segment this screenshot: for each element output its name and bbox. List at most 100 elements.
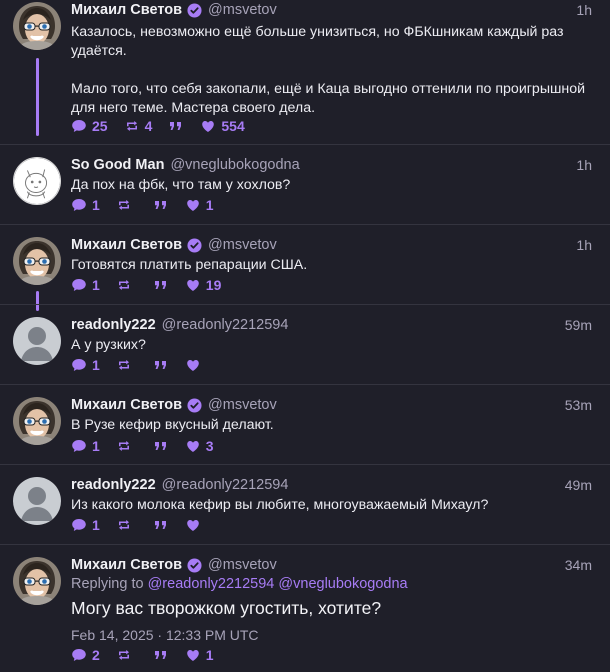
- reply-count: 25: [92, 118, 108, 134]
- like-button[interactable]: [185, 357, 206, 373]
- thread-line: [36, 291, 39, 311]
- author-handle[interactable]: @msvetov: [208, 237, 277, 253]
- tweet-time[interactable]: 1h: [576, 157, 592, 173]
- quote-button[interactable]: [153, 357, 169, 373]
- quote-button[interactable]: [153, 438, 169, 454]
- like-button[interactable]: 1: [185, 647, 214, 663]
- author-handle[interactable]: @vneglubokogodna: [170, 157, 299, 173]
- repost-button[interactable]: [116, 277, 137, 293]
- like-count: 3: [205, 438, 214, 454]
- tweet-date[interactable]: Feb 14, 2025 · 12:33 PM UTC: [71, 627, 259, 643]
- avatar[interactable]: [13, 557, 61, 605]
- verified-icon: [187, 238, 202, 253]
- quote-button[interactable]: [153, 647, 169, 663]
- avatar[interactable]: [13, 317, 61, 365]
- reply-button[interactable]: 1: [71, 517, 100, 533]
- reply-button[interactable]: 2: [71, 647, 100, 663]
- reply-button[interactable]: 1: [71, 438, 100, 454]
- repost-button[interactable]: [116, 517, 137, 533]
- tweet-header: Михаил Светов @msvetov: [71, 0, 277, 20]
- repost-icon: [116, 647, 132, 663]
- reply-icon: [71, 647, 87, 663]
- mention-link[interactable]: @vneglubokogodna: [278, 576, 407, 592]
- divider: [0, 464, 610, 465]
- author-handle[interactable]: @readonly2212594: [162, 317, 289, 333]
- reply-icon: [71, 357, 87, 373]
- author-handle[interactable]: @msvetov: [208, 397, 277, 413]
- tweet-text: Могу вас творожком угостить, хотите?: [71, 598, 382, 618]
- divider: [0, 384, 610, 385]
- avatar[interactable]: [13, 237, 61, 285]
- author-name[interactable]: So Good Man: [71, 157, 164, 173]
- repost-button[interactable]: 4: [124, 118, 153, 134]
- repost-count: 4: [144, 118, 153, 134]
- tweet-header: Михаил Светов @msvetov: [71, 555, 277, 575]
- like-button[interactable]: 1: [185, 197, 214, 213]
- reply-button[interactable]: 25: [71, 118, 108, 134]
- tweet-time[interactable]: 53m: [565, 397, 592, 413]
- repost-button[interactable]: [116, 357, 137, 373]
- like-button[interactable]: 554: [200, 118, 245, 134]
- quote-button[interactable]: [153, 197, 169, 213]
- avatar[interactable]: [13, 2, 61, 50]
- author-name[interactable]: readonly222: [71, 317, 156, 333]
- quote-icon: [153, 277, 169, 293]
- tweet-paragraph: Готовятся платить репарации США.: [71, 257, 308, 273]
- tweet-time[interactable]: 59m: [565, 317, 592, 333]
- tweet-paragraph: Казалось, невозможно ещё больше унизитьс…: [71, 24, 564, 59]
- quote-button[interactable]: [168, 118, 184, 134]
- tweet-time[interactable]: 34m: [565, 557, 592, 573]
- reply-icon: [71, 197, 87, 213]
- avatar[interactable]: [13, 397, 61, 445]
- tweet-actions: 1 3: [71, 438, 230, 454]
- tweet-time[interactable]: 49m: [565, 477, 592, 493]
- tweet-actions: 1: [71, 357, 222, 373]
- like-button[interactable]: 19: [185, 277, 221, 293]
- tweet-header: readonly222 @readonly2212594: [71, 315, 288, 335]
- heart-icon: [200, 118, 216, 134]
- author-name[interactable]: Михаил Светов: [71, 557, 182, 573]
- tweet-header: Михаил Светов @msvetov: [71, 395, 277, 415]
- tweet-text: Готовятся платить репарации США.: [71, 256, 596, 275]
- author-name[interactable]: Михаил Светов: [71, 2, 182, 18]
- repost-button[interactable]: [116, 647, 137, 663]
- repost-button[interactable]: [116, 438, 137, 454]
- tweet-time[interactable]: 1h: [576, 2, 592, 18]
- quote-icon: [153, 647, 169, 663]
- reply-button[interactable]: 1: [71, 197, 100, 213]
- repost-icon: [116, 438, 132, 454]
- reply-button[interactable]: 1: [71, 357, 100, 373]
- avatar[interactable]: [13, 157, 61, 205]
- like-button[interactable]: [185, 517, 206, 533]
- mention-link[interactable]: @readonly2212594: [148, 576, 275, 592]
- heart-icon: [185, 438, 201, 454]
- like-button[interactable]: 3: [185, 438, 214, 454]
- tweet-paragraph: А у рузких?: [71, 337, 146, 353]
- tweet-text: Да пох на фбк, что там у хохлов?: [71, 176, 596, 195]
- author-handle[interactable]: @msvetov: [208, 557, 277, 573]
- replying-to-label: Replying to: [71, 576, 144, 592]
- author-handle[interactable]: @readonly2212594: [162, 477, 289, 493]
- tweet-time[interactable]: 1h: [576, 237, 592, 253]
- replying-to: Replying to @readonly2212594 @vnegluboko…: [71, 576, 408, 592]
- author-name[interactable]: readonly222: [71, 477, 156, 493]
- quote-button[interactable]: [153, 517, 169, 533]
- quote-button[interactable]: [153, 277, 169, 293]
- repost-icon: [116, 197, 132, 213]
- quote-icon: [153, 197, 169, 213]
- repost-button[interactable]: [116, 197, 137, 213]
- repost-icon: [124, 118, 140, 134]
- author-name[interactable]: Михаил Светов: [71, 397, 182, 413]
- divider: [0, 304, 610, 305]
- tweet-actions: 1 1: [71, 197, 230, 213]
- avatar[interactable]: [13, 477, 61, 525]
- tweet-actions: 1 19: [71, 277, 237, 293]
- reply-count: 1: [92, 277, 100, 293]
- repost-icon: [116, 277, 132, 293]
- author-handle[interactable]: @msvetov: [208, 2, 277, 18]
- tweet-paragraph: Мало того, что себя закопали, ещё и Каца…: [71, 81, 586, 116]
- verified-icon: [187, 398, 202, 413]
- reply-button[interactable]: 1: [71, 277, 100, 293]
- divider: [0, 544, 610, 545]
- author-name[interactable]: Михаил Светов: [71, 237, 182, 253]
